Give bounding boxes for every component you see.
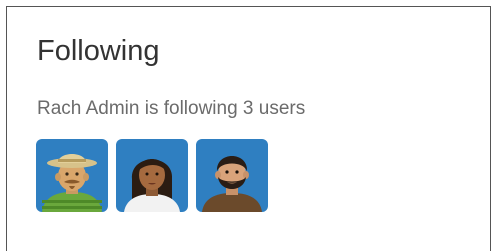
following-panel: Following Rach Admin is following 3 user… (6, 6, 491, 251)
followed-user-avatar-2[interactable] (116, 139, 188, 212)
followed-user-avatar-1[interactable] (36, 139, 108, 212)
user-avatar-beard-icon (196, 139, 268, 212)
followed-users-list (36, 139, 268, 212)
followed-user-avatar-3[interactable] (196, 139, 268, 212)
following-summary: Rach Admin is following 3 users (37, 98, 306, 119)
section-title: Following (37, 35, 160, 67)
user-avatar-woman-icon (116, 139, 188, 212)
user-avatar-hat-icon (36, 139, 108, 212)
